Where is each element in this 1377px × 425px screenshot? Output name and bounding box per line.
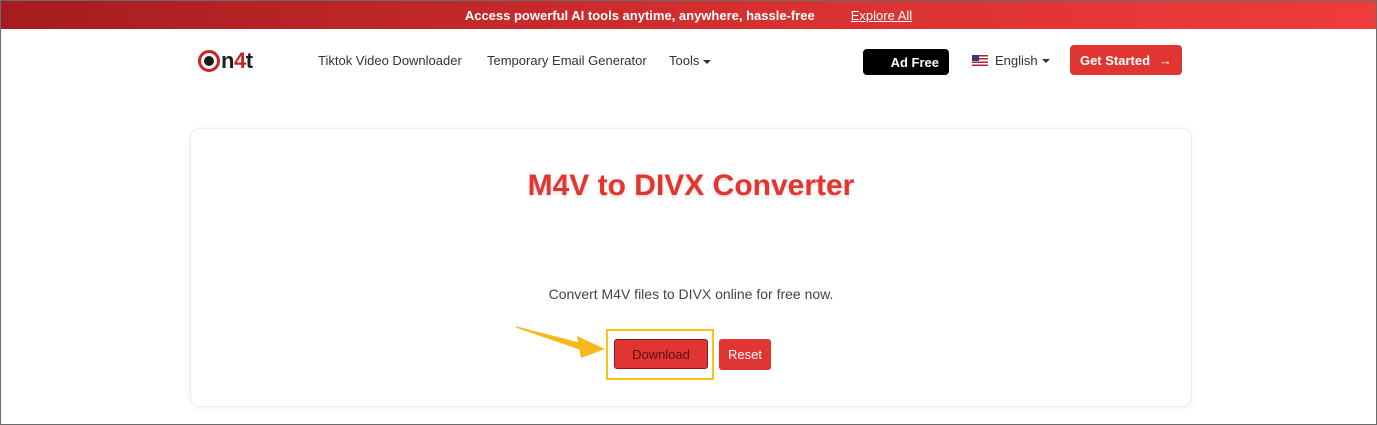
reset-button[interactable]: Reset: [719, 339, 771, 370]
arrow-right-icon: →: [1159, 52, 1173, 68]
language-selector[interactable]: English: [972, 53, 1050, 68]
page-frame: Access powerful AI tools anytime, anywhe…: [0, 0, 1377, 425]
ad-free-button[interactable]: Ad Free: [863, 49, 949, 75]
nav-tools-dropdown[interactable]: Tools: [669, 53, 712, 68]
nav-temporary-email-generator[interactable]: Temporary Email Generator: [487, 53, 647, 68]
logo-ring-icon: [198, 50, 220, 72]
page-subtitle: Convert M4V files to DIVX online for fre…: [548, 286, 834, 302]
caret-down-icon: [1041, 58, 1050, 63]
get-started-label: Get Started: [1079, 52, 1151, 68]
pointer-arrow-icon: [515, 326, 605, 358]
caret-down-icon: [703, 59, 712, 64]
promo-banner: Access powerful AI tools anytime, anywhe…: [1, 1, 1376, 29]
language-label: English: [995, 53, 1038, 68]
nav-tiktok-video-downloader[interactable]: Tiktok Video Downloader: [318, 53, 462, 68]
nav-tools-label: Tools: [669, 53, 700, 68]
promo-text: Access powerful AI tools anytime, anywhe…: [464, 7, 815, 23]
converter-card: M4V to DIVX Converter Convert M4V files …: [190, 128, 1192, 407]
download-button[interactable]: Download: [614, 339, 708, 369]
page-title: M4V to DIVX Converter: [527, 169, 855, 202]
get-started-button[interactable]: Get Started →: [1070, 45, 1182, 75]
us-flag-icon: [972, 55, 988, 66]
top-navbar: n4t Tiktok Video Downloader Temporary Em…: [1, 29, 1376, 93]
logo-text: n4t: [221, 48, 253, 73]
site-logo[interactable]: n4t: [198, 48, 253, 74]
explore-all-link[interactable]: Explore All: [851, 8, 912, 23]
